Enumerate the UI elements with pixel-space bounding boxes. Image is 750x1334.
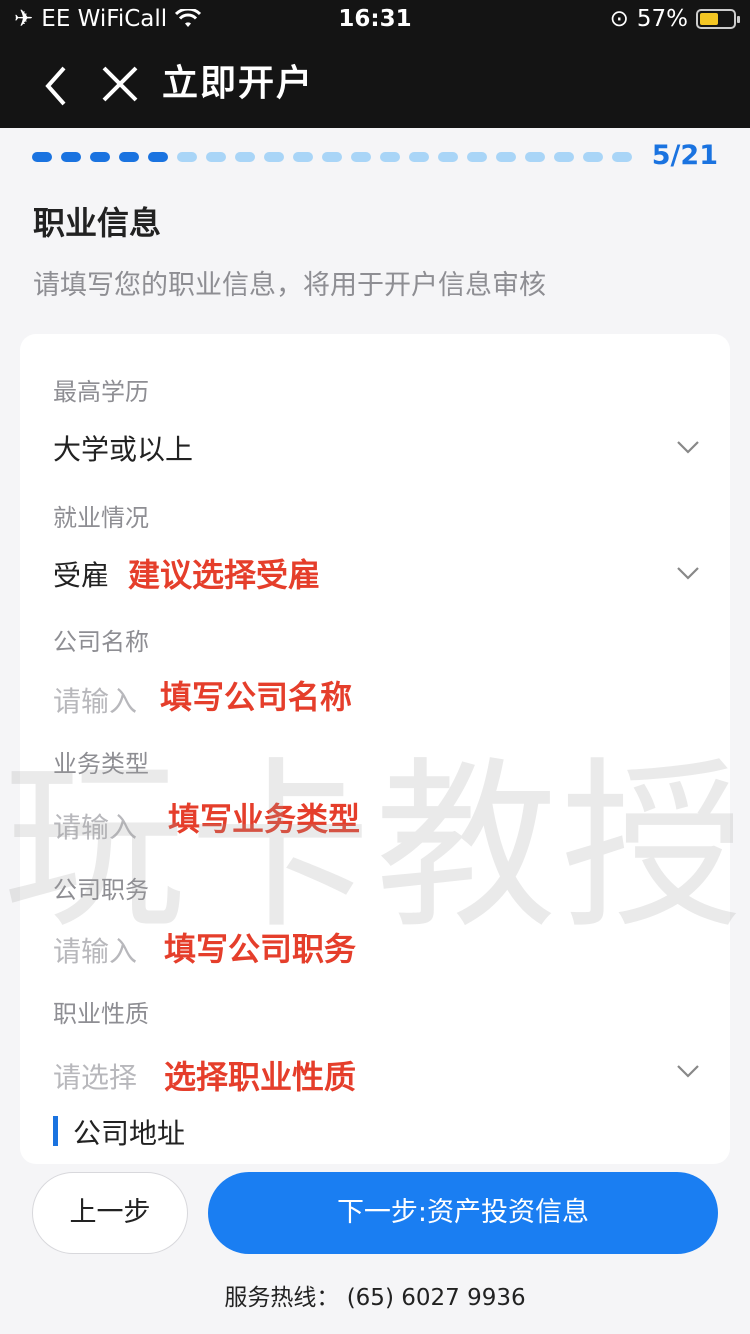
top-bar: ✈ EE WiFiCall 16:31 ⊙ 57% 立即开户 bbox=[0, 0, 750, 128]
progress-dot bbox=[351, 152, 371, 162]
status-bar: ✈ EE WiFiCall 16:31 ⊙ 57% bbox=[0, 0, 750, 40]
section-title: 职业信息 bbox=[33, 204, 162, 242]
company-input[interactable]: 请输入 bbox=[53, 680, 137, 720]
progress-dot bbox=[119, 152, 139, 162]
service-hotline: 服务热线： (65) 6027 9936 bbox=[224, 1285, 526, 1311]
progress-dot bbox=[525, 152, 545, 162]
progress-dot bbox=[612, 152, 632, 162]
position-label: 公司职务 bbox=[53, 876, 149, 904]
progress-dot bbox=[90, 152, 110, 162]
progress-dot bbox=[496, 152, 516, 162]
progress-dot bbox=[264, 152, 284, 162]
employment-annotation: 建议选择受雇 bbox=[128, 556, 321, 594]
progress-dot bbox=[438, 152, 458, 162]
progress-dot bbox=[409, 152, 429, 162]
business-label: 业务类型 bbox=[53, 750, 149, 778]
nature-label: 职业性质 bbox=[53, 1000, 149, 1028]
progress-dot bbox=[467, 152, 487, 162]
progress-dot bbox=[235, 152, 255, 162]
chevron-down-icon[interactable] bbox=[676, 1064, 700, 1078]
progress-dot bbox=[206, 152, 226, 162]
chevron-down-icon[interactable] bbox=[676, 566, 700, 580]
employment-select[interactable]: 受雇 bbox=[53, 554, 109, 594]
progress-dots bbox=[32, 152, 642, 164]
battery-percent: 57% bbox=[636, 6, 688, 32]
rotation-lock-icon: ⊙ bbox=[609, 6, 629, 32]
page-title: 立即开户 bbox=[162, 63, 315, 104]
business-annotation: 填写业务类型 bbox=[168, 800, 361, 838]
close-icon[interactable] bbox=[96, 60, 144, 108]
company-label: 公司名称 bbox=[53, 628, 149, 656]
back-icon[interactable] bbox=[40, 62, 70, 110]
progress-dot bbox=[380, 152, 400, 162]
business-input[interactable]: 请输入 bbox=[53, 806, 137, 846]
progress-dot bbox=[583, 152, 603, 162]
progress-dot bbox=[554, 152, 574, 162]
prev-step-button[interactable]: 上一步 bbox=[32, 1172, 188, 1254]
education-label: 最高学历 bbox=[53, 378, 149, 406]
address-section-heading: 公司地址 bbox=[53, 1112, 185, 1152]
nav-bar: 立即开户 bbox=[0, 50, 750, 120]
position-annotation: 填写公司职务 bbox=[164, 930, 357, 968]
status-right: ⊙ 57% bbox=[609, 6, 740, 32]
company-annotation: 填写公司名称 bbox=[160, 678, 353, 716]
progress-dot bbox=[322, 152, 342, 162]
employment-label: 就业情况 bbox=[53, 504, 149, 532]
nature-select[interactable]: 请选择 bbox=[53, 1056, 137, 1096]
occupation-form-card: 最高学历 大学或以上 就业情况 受雇 建议选择受雇 公司名称 请输入 填写公司名… bbox=[20, 334, 730, 1164]
progress-dot bbox=[148, 152, 168, 162]
chevron-down-icon[interactable] bbox=[676, 440, 700, 454]
position-input[interactable]: 请输入 bbox=[53, 930, 137, 970]
battery-icon bbox=[696, 9, 740, 29]
progress-dot bbox=[177, 152, 197, 162]
progress-dot bbox=[293, 152, 313, 162]
next-step-button[interactable]: 下一步:资产投资信息 bbox=[208, 1172, 718, 1254]
section-subtitle: 请填写您的职业信息，将用于开户信息审核 bbox=[33, 270, 546, 301]
step-counter: 5/21 bbox=[651, 140, 718, 171]
progress-dot bbox=[32, 152, 52, 162]
education-select[interactable]: 大学或以上 bbox=[53, 428, 193, 468]
progress-dot bbox=[61, 152, 81, 162]
nature-annotation: 选择职业性质 bbox=[164, 1058, 357, 1096]
